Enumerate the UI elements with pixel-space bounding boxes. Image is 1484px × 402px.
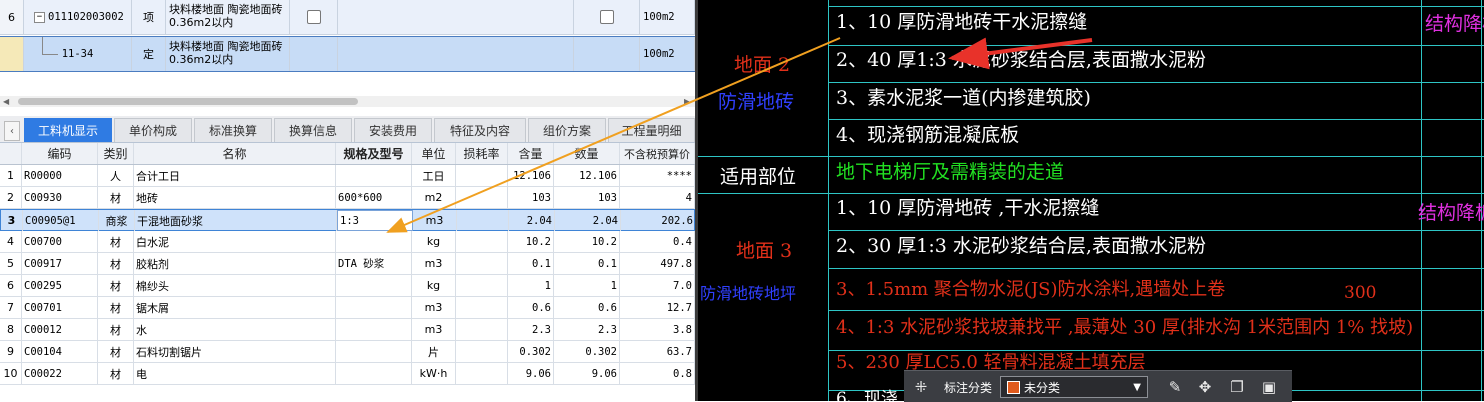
toolbar-label: 标注分类 [944, 381, 993, 395]
red-arrow [948, 37, 1093, 70]
move-icon[interactable]: ✥ [1196, 378, 1214, 396]
category-value: 未分类 [1024, 380, 1061, 395]
edit-icon[interactable]: ✎ [1166, 378, 1184, 396]
chevron-down-icon: ▼ [1133, 381, 1141, 393]
category-dropdown[interactable]: 未分类 ▼ [1000, 376, 1148, 398]
paste-icon[interactable]: ▣ [1260, 378, 1278, 396]
grid-apps-icon[interactable]: ⁜ [912, 378, 930, 396]
annotation-arrows [386, 37, 1093, 233]
category-color-swatch [1007, 380, 1020, 394]
orange-arrow [386, 37, 841, 233]
copy-icon[interactable]: ❐ [1228, 378, 1246, 396]
